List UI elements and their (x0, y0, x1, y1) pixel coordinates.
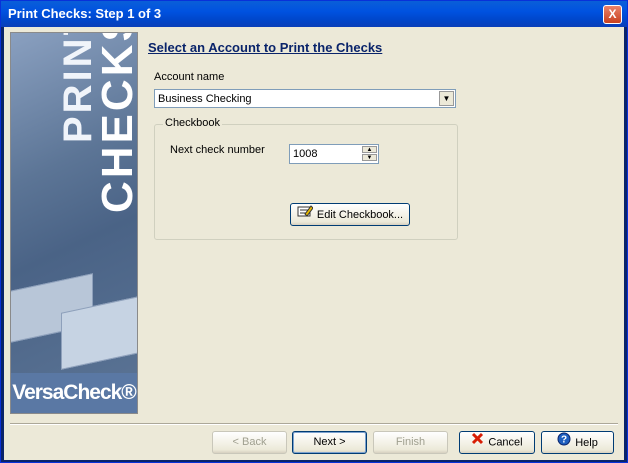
finish-button[interactable]: Finish (373, 431, 448, 454)
red-x-icon (471, 432, 484, 453)
spin-down-icon[interactable]: ▼ (362, 154, 377, 161)
account-name-value: Business Checking (158, 93, 252, 105)
page-heading: Select an Account to Print the Checks (148, 40, 383, 55)
svg-text:?: ? (561, 435, 567, 446)
account-name-select[interactable]: Business Checking ▼ (154, 89, 456, 108)
footer-separator (10, 423, 618, 425)
spin-up-icon[interactable]: ▲ (362, 146, 377, 153)
chevron-down-icon[interactable]: ▼ (439, 91, 454, 106)
next-label: Next > (313, 436, 346, 448)
window-title: Print Checks: Step 1 of 3 (8, 6, 162, 21)
edit-checkbook-label: Edit Checkbook... (316, 208, 404, 221)
back-button[interactable]: < Back (212, 431, 287, 454)
next-check-number-stepper[interactable]: 1008 ▲ ▼ (289, 144, 379, 164)
next-button[interactable]: Next > (292, 431, 367, 454)
edit-checkbook-button[interactable]: Edit Checkbook... (290, 203, 410, 226)
next-check-number-value: 1008 (293, 148, 318, 160)
banner-text-checks: CHECKS (93, 32, 138, 213)
sidebar-banner: PRINT CHECKS VersaCheck® (10, 32, 138, 414)
close-icon: X (608, 7, 617, 21)
versacheck-logo: VersaCheck® (11, 373, 137, 413)
question-icon: ? (557, 432, 571, 454)
help-button[interactable]: ? Help (541, 431, 614, 454)
dialog-window: Print Checks: Step 1 of 3 X PRINT CHECKS… (0, 0, 628, 463)
back-label: < Back (232, 436, 267, 448)
finish-label: Finish (395, 436, 426, 448)
next-check-number-label: Next check number (170, 144, 265, 156)
cancel-label: Cancel (488, 436, 523, 449)
edit-checkbook-icon (297, 204, 314, 226)
close-button[interactable]: X (603, 5, 622, 24)
title-bar[interactable]: Print Checks: Step 1 of 3 X (1, 1, 627, 27)
dialog-body: PRINT CHECKS VersaCheck® Select an Accou… (4, 27, 624, 460)
help-label: Help (575, 436, 598, 449)
account-name-label: Account name (154, 71, 225, 83)
checkbook-group-label: Checkbook (163, 117, 223, 129)
cancel-button[interactable]: Cancel (459, 431, 535, 454)
